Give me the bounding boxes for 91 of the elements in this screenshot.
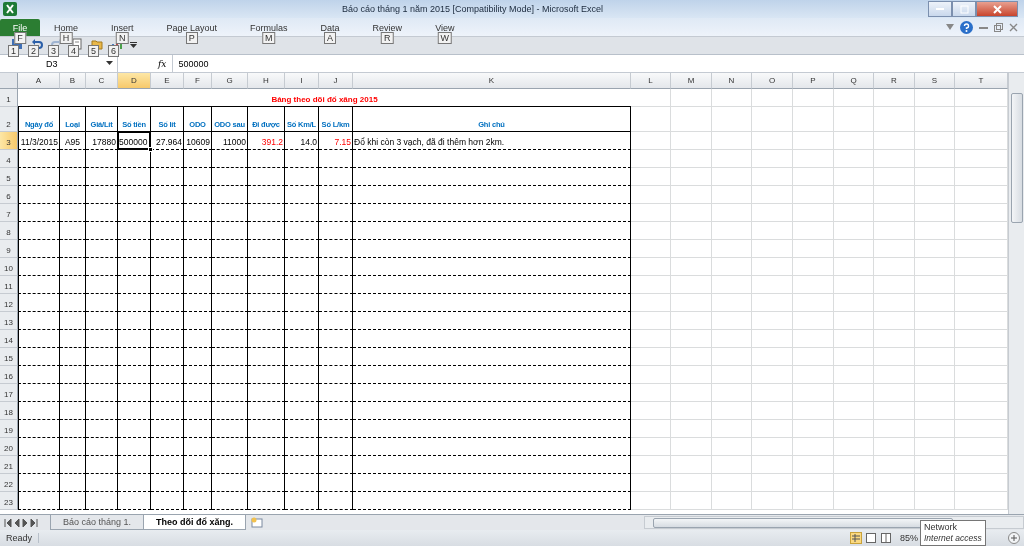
column-header[interactable]: A bbox=[18, 73, 60, 89]
table-cell[interactable]: 11000 bbox=[212, 132, 247, 149]
column-header[interactable]: H bbox=[248, 73, 285, 89]
column-header[interactable]: D bbox=[118, 73, 151, 89]
row-header[interactable]: 17 bbox=[0, 384, 18, 402]
row-header[interactable]: 22 bbox=[0, 474, 18, 492]
keytip-tooltip: M bbox=[262, 32, 276, 44]
tooltip-subtitle: Internet access bbox=[924, 533, 982, 544]
row-header[interactable]: 12 bbox=[0, 294, 18, 312]
row-header[interactable]: 16 bbox=[0, 366, 18, 384]
row-header[interactable]: 20 bbox=[0, 438, 18, 456]
tooltip-title: Network bbox=[924, 522, 958, 533]
help-icon[interactable] bbox=[960, 20, 973, 34]
sheet-tab[interactable]: Báo cáo tháng 1. bbox=[50, 515, 145, 530]
column-header[interactable]: L bbox=[631, 73, 671, 89]
restore-button[interactable] bbox=[952, 1, 976, 17]
keytip-tooltip: W bbox=[437, 32, 453, 44]
column-header[interactable]: R bbox=[874, 73, 915, 89]
table-cell[interactable]: 391.2 bbox=[248, 132, 284, 149]
row-header[interactable]: 19 bbox=[0, 420, 18, 438]
minimize-button[interactable] bbox=[928, 1, 952, 17]
table-cell[interactable]: 10609 bbox=[184, 132, 211, 149]
row-header[interactable]: 7 bbox=[0, 204, 18, 222]
zoom-level: 85% bbox=[900, 533, 918, 543]
row-header[interactable]: 2 bbox=[0, 107, 18, 132]
table-cell[interactable]: 17880 bbox=[86, 132, 117, 149]
table-title: Bảng theo dõi đổ xăng 2015 bbox=[18, 89, 631, 107]
column-header[interactable]: G bbox=[212, 73, 248, 89]
column-header[interactable]: F bbox=[184, 73, 212, 89]
keytip-tooltip: N bbox=[116, 32, 129, 44]
row-header[interactable]: 10 bbox=[0, 258, 18, 276]
column-header[interactable]: E bbox=[151, 73, 184, 89]
column-header[interactable]: P bbox=[793, 73, 834, 89]
page-break-icon[interactable] bbox=[880, 532, 892, 544]
row-header[interactable]: 9 bbox=[0, 240, 18, 258]
keytip-tooltip: A bbox=[324, 32, 337, 44]
caret-icon bbox=[106, 61, 113, 65]
normal-view-icon[interactable] bbox=[850, 532, 862, 544]
close-button[interactable] bbox=[976, 1, 1018, 17]
row-header[interactable]: 18 bbox=[0, 402, 18, 420]
column-header[interactable]: I bbox=[285, 73, 319, 89]
row-header[interactable]: 15 bbox=[0, 348, 18, 366]
row-header[interactable]: 23 bbox=[0, 492, 18, 510]
fill-handle[interactable] bbox=[148, 147, 154, 152]
table-cell[interactable]: A95 bbox=[60, 132, 85, 149]
page-layout-icon[interactable] bbox=[865, 532, 877, 544]
row-header[interactable]: 14 bbox=[0, 330, 18, 348]
sheet-tab[interactable]: Theo dõi đổ xăng. bbox=[143, 515, 247, 530]
excel-logo-icon bbox=[3, 2, 17, 16]
column-header[interactable]: K bbox=[353, 73, 631, 89]
vertical-scrollbar[interactable] bbox=[1008, 73, 1024, 514]
table-cell[interactable]: 27.964 bbox=[151, 132, 183, 149]
restore-icon bbox=[959, 4, 969, 14]
row-header[interactable]: 1 bbox=[0, 89, 18, 107]
column-header[interactable]: B bbox=[60, 73, 86, 89]
keytip-tooltip: P bbox=[185, 32, 198, 44]
caret-icon[interactable] bbox=[946, 24, 954, 30]
row-header[interactable]: 6 bbox=[0, 186, 18, 204]
column-header[interactable]: N bbox=[712, 73, 752, 89]
table-cell[interactable]: 11/3/2015 bbox=[19, 132, 59, 149]
file-tab[interactable]: File bbox=[0, 19, 40, 36]
row-header[interactable]: 21 bbox=[0, 456, 18, 474]
name-box[interactable]: D3 bbox=[0, 55, 118, 72]
table-cell[interactable]: Đổ khi còn 3 vạch, đã đi thêm hơn 2km. bbox=[353, 132, 630, 149]
row-header[interactable]: 13 bbox=[0, 312, 18, 330]
keytip-tooltip: R bbox=[381, 32, 394, 44]
column-header[interactable]: T bbox=[955, 73, 1008, 89]
row-header[interactable]: 11 bbox=[0, 276, 18, 294]
keytip-tooltip: H bbox=[59, 32, 73, 44]
insert-function-button[interactable]: fx bbox=[158, 58, 167, 69]
table-cell[interactable]: 14.0 bbox=[285, 132, 318, 149]
row-header[interactable]: 4 bbox=[0, 150, 18, 168]
column-header[interactable]: Q bbox=[834, 73, 874, 89]
close-icon bbox=[992, 4, 1002, 14]
column-header[interactable]: M bbox=[671, 73, 712, 89]
zoom-in-icon[interactable] bbox=[1008, 532, 1020, 544]
customize-caret-icon[interactable] bbox=[130, 42, 137, 48]
table-cell[interactable]: 500000 bbox=[118, 132, 151, 149]
formula-field[interactable]: 500000 bbox=[172, 55, 1024, 72]
status-text: Ready bbox=[0, 533, 39, 543]
window-title: Báo cáo tháng 1 năm 2015 [Compatibility Mode] - Microsoft Excel bbox=[340, 4, 605, 14]
column-header[interactable]: O bbox=[752, 73, 793, 89]
row-header[interactable]: 3 bbox=[0, 132, 18, 150]
column-header[interactable]: J bbox=[319, 73, 353, 89]
row-header[interactable]: 5 bbox=[0, 168, 18, 186]
restore-icon[interactable] bbox=[994, 22, 1003, 32]
row-header[interactable]: 8 bbox=[0, 222, 18, 240]
table-cell[interactable]: 7.15 bbox=[319, 132, 352, 149]
close-icon[interactable] bbox=[1009, 22, 1018, 32]
column-header[interactable]: C bbox=[86, 73, 118, 89]
column-header[interactable]: S bbox=[915, 73, 955, 89]
